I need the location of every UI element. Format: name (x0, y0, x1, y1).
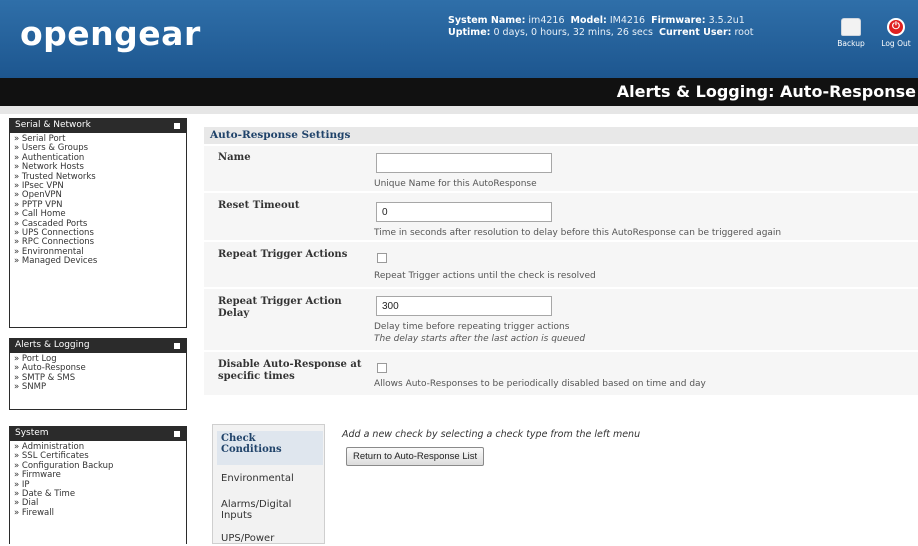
repeat-trigger-delay-input[interactable] (376, 296, 552, 316)
name-hint: Unique Name for this AutoResponse (374, 179, 537, 189)
backup-label: Backup (837, 39, 865, 48)
repeat-trigger-delay-row: Repeat Trigger Action Delay Delay time b… (204, 288, 918, 350)
system-info-line-2: Uptime: 0 days, 0 hours, 32 mins, 26 sec… (448, 27, 828, 39)
header-separator (0, 106, 918, 114)
name-input[interactable] (376, 153, 552, 173)
backup-button[interactable]: Backup (834, 18, 868, 48)
reset-timeout-row: Reset Timeout Time in seconds after reso… (204, 192, 918, 240)
current-user-value: root (734, 27, 754, 38)
system-name-value: im4216 (528, 15, 565, 26)
repeat-trigger-actions-hint: Repeat Trigger actions until the check i… (374, 271, 596, 281)
check-type-alarms-digital-inputs[interactable]: Alarms/Digital Inputs (217, 497, 297, 523)
sidebar-section-header[interactable]: System (10, 427, 186, 441)
reset-timeout-label: Reset Timeout (218, 200, 300, 211)
sidebar-item-snmp[interactable]: SNMP (14, 382, 182, 392)
sidebar-list: Administration SSL Certificates Configur… (10, 441, 186, 520)
sidebar-item-firmware[interactable]: Firmware (14, 470, 182, 480)
opengear-logo: opengear (20, 14, 201, 53)
sidebar-system: System Administration SSL Certificates C… (9, 426, 187, 544)
check-type-environmental[interactable]: Environmental (217, 471, 323, 486)
check-conditions-title: Check Conditions (217, 431, 323, 465)
page-title: Alerts & Logging: Auto-Response (616, 82, 916, 101)
power-icon: ⏻ (887, 18, 905, 36)
firmware-value: 3.5.2u1 (708, 15, 745, 26)
model-label: Model: (570, 15, 607, 26)
check-conditions-panel: Check Conditions Environmental Alarms/Di… (212, 424, 325, 544)
collapse-icon[interactable] (174, 343, 180, 349)
name-row: Name Unique Name for this AutoResponse (204, 145, 918, 191)
sidebar-item-firewall[interactable]: Firewall (14, 508, 182, 518)
return-to-list-button[interactable]: Return to Auto-Response List (346, 447, 485, 466)
sidebar-item-managed-devices[interactable]: Managed Devices (14, 256, 182, 266)
header-bar: opengear System Name: im4216 Model: IM42… (0, 0, 918, 78)
current-user-label: Current User: (658, 27, 732, 38)
name-label: Name (218, 152, 251, 163)
section-title: Auto-Response Settings (204, 127, 918, 144)
model-value: IM4216 (609, 15, 646, 26)
repeat-trigger-actions-checkbox[interactable] (377, 253, 387, 263)
uptime-value: 0 days, 0 hours, 32 mins, 26 secs (493, 27, 653, 38)
repeat-trigger-actions-label: Repeat Trigger Actions (218, 249, 348, 260)
collapse-icon[interactable] (174, 431, 180, 437)
title-bar: Alerts & Logging: Auto-Response (0, 78, 918, 106)
disable-auto-response-row: Disable Auto-Response at specific times … (204, 351, 918, 395)
backup-icon (841, 18, 861, 36)
sidebar-alerts-logging: Alerts & Logging Port Log Auto-Response … (9, 338, 187, 410)
collapse-icon[interactable] (174, 123, 180, 129)
logout-button[interactable]: ⏻ Log Out (876, 18, 916, 48)
sidebar-section-title: System (15, 428, 49, 438)
system-info-line-1: System Name: im4216 Model: IM4216 Firmwa… (448, 15, 828, 27)
sidebar-list: Port Log Auto-Response SMTP & SMS SNMP (10, 353, 186, 395)
system-info: System Name: im4216 Model: IM4216 Firmwa… (448, 15, 828, 39)
system-name-label: System Name: (448, 15, 526, 26)
logout-label: Log Out (881, 39, 911, 48)
sidebar-list: Serial Port Users & Groups Authenticatio… (10, 133, 186, 269)
repeat-trigger-actions-row: Repeat Trigger Actions Repeat Trigger ac… (204, 241, 918, 287)
check-conditions-hint: Add a new check by selecting a check typ… (342, 429, 641, 440)
sidebar-section-title: Alerts & Logging (15, 340, 90, 350)
sidebar-section-header[interactable]: Alerts & Logging (10, 339, 186, 353)
reset-timeout-input[interactable] (376, 202, 552, 222)
sidebar-serial-network: Serial & Network Serial Port Users & Gro… (9, 118, 187, 328)
sidebar-section-title: Serial & Network (15, 120, 91, 130)
reset-timeout-hint: Time in seconds after resolution to dela… (374, 228, 782, 238)
sidebar-section-header[interactable]: Serial & Network (10, 119, 186, 133)
disable-auto-response-label: Disable Auto-Response at specific times (218, 359, 362, 382)
repeat-trigger-delay-label: Repeat Trigger Action Delay (218, 296, 342, 319)
sidebar-item-date-time[interactable]: Date & Time (14, 489, 182, 499)
repeat-trigger-delay-note: The delay starts after the last action i… (374, 334, 586, 344)
disable-auto-response-checkbox[interactable] (377, 363, 387, 373)
firmware-label: Firmware: (651, 15, 706, 26)
disable-auto-response-hint: Allows Auto-Responses to be periodically… (374, 379, 706, 389)
repeat-trigger-delay-hint: Delay time before repeating trigger acti… (374, 322, 570, 332)
uptime-label: Uptime: (448, 27, 491, 38)
